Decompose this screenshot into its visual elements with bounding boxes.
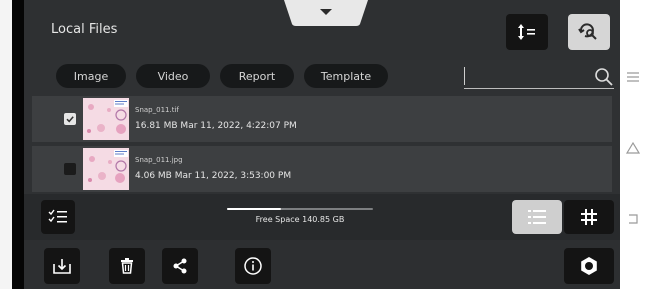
back-icon[interactable]: [626, 212, 640, 226]
row-checkbox[interactable]: [64, 113, 76, 125]
search-input[interactable]: [468, 67, 588, 87]
storage-used-fill: [227, 208, 282, 210]
filter-chip-video[interactable]: Video: [136, 64, 210, 88]
row-checkbox[interactable]: [64, 163, 76, 175]
delete-button[interactable]: [109, 248, 145, 284]
page-title: Local Files: [51, 22, 118, 37]
list-view-button[interactable]: [512, 200, 562, 234]
file-name: Snap_011.tif: [135, 106, 179, 114]
search-underline: [464, 88, 614, 89]
free-space-label: Free Space 140.85 GB: [255, 215, 345, 224]
file-details: 16.81 MB Mar 11, 2022, 4:22:07 PM: [135, 121, 297, 131]
settings-icon: [581, 257, 597, 275]
share-icon: [173, 258, 187, 274]
file-thumbnail: [83, 148, 129, 190]
file-details: 4.06 MB Mar 11, 2022, 3:53:00 PM: [135, 171, 292, 181]
check-icon: [66, 116, 74, 123]
header: Local Files: [24, 0, 620, 60]
chevron-down-icon: [284, 0, 368, 26]
free-space-indicator: Free Space 140.85 GB: [224, 208, 376, 228]
view-toolbar: Free Space 140.85 GB: [24, 194, 620, 240]
file-thumbnail: [83, 98, 129, 140]
export-button[interactable]: [44, 248, 80, 284]
filter-chip-report[interactable]: Report: [220, 64, 294, 88]
info-icon: [244, 257, 262, 275]
sort-button[interactable]: [506, 14, 548, 50]
grid-view-icon: [581, 209, 597, 225]
settings-button[interactable]: [564, 248, 614, 284]
trash-icon: [121, 258, 133, 274]
menu-icon[interactable]: [626, 70, 640, 84]
screen-edge: [12, 0, 24, 289]
storage-track: [227, 208, 373, 210]
select-all-button[interactable]: [41, 200, 75, 234]
file-manager-panel: Local Files Image Video Report Template …: [24, 0, 625, 289]
filter-search-icon: [578, 23, 597, 40]
sort-icon: [518, 24, 535, 40]
filter-chip-image[interactable]: Image: [56, 64, 126, 88]
file-row[interactable]: Snap_011.jpg 4.06 MB Mar 11, 2022, 3:53:…: [32, 146, 612, 192]
list-view-icon: [528, 210, 546, 224]
file-row[interactable]: Snap_011.tif 16.81 MB Mar 11, 2022, 4:22…: [32, 96, 625, 142]
file-name: Snap_011.jpg: [135, 156, 183, 164]
share-button[interactable]: [162, 248, 198, 284]
filter-chip-template[interactable]: Template: [304, 64, 388, 88]
left-bezel: [0, 0, 12, 289]
text-cursor: [464, 67, 465, 85]
home-icon[interactable]: [626, 141, 640, 155]
pull-down-tab[interactable]: [284, 0, 368, 26]
action-toolbar: [24, 240, 620, 289]
info-button[interactable]: [235, 248, 271, 284]
grid-view-button[interactable]: [564, 200, 614, 234]
checklist-icon: [48, 209, 67, 223]
search-icon[interactable]: [594, 67, 614, 87]
export-icon: [53, 259, 71, 274]
file-list: Snap_011.tif 16.81 MB Mar 11, 2022, 4:22…: [24, 96, 625, 192]
filter-search-button[interactable]: [568, 14, 610, 50]
search-box: [464, 67, 614, 89]
system-navigation-bar: [620, 0, 646, 289]
type-filter-bar: Image Video Report Template: [56, 64, 388, 88]
